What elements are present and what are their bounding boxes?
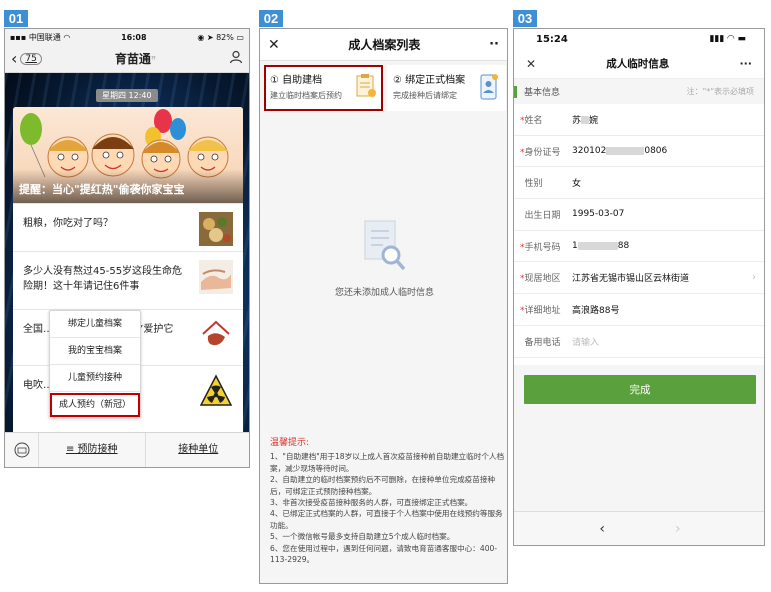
menu-tab-vaccination-sites[interactable]: 接种单位 xyxy=(146,433,250,467)
liver-thumbnail xyxy=(199,318,233,352)
more-icon[interactable]: ··· xyxy=(739,57,752,70)
tip-line: 4、已绑定正式档案的人群，可直接于个人档案中使用在线预约等服务功能。 xyxy=(270,509,503,530)
wechat-chat-screen: ▪▪▪ 中国联通 ◠ 16:08 ◉ ➤ 82% ▭ ‹ 75 育苗通ꟸ 星期四… xyxy=(4,28,250,468)
chevron-right-icon: › xyxy=(752,272,756,284)
step-badge-1: 01 xyxy=(4,10,28,27)
official-account-menu: ≡ 预防接种 接种单位 xyxy=(5,432,250,467)
keyboard-icon xyxy=(14,442,29,458)
step-badge-2: 02 xyxy=(259,10,283,27)
empty-state-text: 您还未添加成人临时信息 xyxy=(334,288,434,298)
battery: ◉ ➤ 82% ▭ xyxy=(197,32,244,42)
section-title: 基本信息 xyxy=(524,88,561,98)
back-button[interactable]: ‹ 75 xyxy=(11,49,42,68)
tip-line: 6、您在使用过程中，遇到任何问题，请致电育苗通客服中心：400-113-2929… xyxy=(270,543,498,565)
section-header: 基本信息 注："*"表示必填项 xyxy=(514,79,764,104)
tips-section: 温馨提示: 1、"自助建档"用于18岁以上成人首次疫苗接种前自助建立临时个人档案… xyxy=(270,438,506,565)
adult-temp-info-screen: 15:24 ▮▮▮ ◠ ▬ ✕ 成人临时信息 ··· 基本信息 注："*"表示必… xyxy=(513,28,765,546)
phone-profile-icon xyxy=(480,74,498,100)
person-icon xyxy=(229,50,243,64)
carrier: ▪▪▪ 中国联通 ◠ xyxy=(10,32,71,42)
field-value: 1 88 xyxy=(572,241,630,252)
profile-button[interactable] xyxy=(229,49,243,68)
field-phone[interactable]: *手机号码 1 88 xyxy=(514,231,764,263)
tip-line: 2、自助建立的临时档案预约后不可删除，在接种单位完成疫苗接种后，可绑定正式预防接… xyxy=(270,475,496,496)
field-value: 苏婉 xyxy=(572,115,599,126)
hands-thumbnail xyxy=(199,260,233,294)
signal-icon: ▪▪▪ xyxy=(10,32,27,42)
field-placeholder: 请输入 xyxy=(572,337,600,348)
field-region[interactable]: *现居地区 江苏省无锡市锡山区云林街道 › xyxy=(514,262,764,295)
banner-title: 提醒：当心"提红热"偷袭你家宝宝 xyxy=(19,183,185,196)
page-title: 成人档案列表 xyxy=(348,38,421,52)
tips-heading: 温馨提示: xyxy=(270,438,310,448)
required-note: 注："*"表示必填项 xyxy=(686,87,754,96)
field-name[interactable]: *姓名 苏婉 xyxy=(514,104,764,136)
banner-image[interactable]: 提醒：当心"提红热"偷袭你家宝宝 xyxy=(13,107,243,203)
ear-icon: ꟸ xyxy=(150,56,157,66)
submit-button[interactable]: 完成 xyxy=(524,375,756,404)
navbar: ✕ 成人临时信息 ··· xyxy=(514,49,764,79)
chevron-left-icon: ‹ xyxy=(11,49,18,68)
chat-navbar: ‹ 75 育苗通ꟸ xyxy=(5,45,249,73)
status-bar: ▪▪▪ 中国联通 ◠ 16:08 ◉ ➤ 82% ▭ xyxy=(5,29,249,45)
article-title: 粗粮，你吃对了吗？ xyxy=(23,218,113,229)
navbar: ✕ 成人档案列表 ·· xyxy=(260,29,507,61)
field-birth-date[interactable]: *出生日期 1995-03-07 xyxy=(514,199,764,231)
article-item[interactable]: 多少人没有熬过45-55岁这段生命危险期！这十年请记住6件事 xyxy=(13,251,243,309)
step-badge-3: 03 xyxy=(513,10,537,27)
menu-item-adult-appointment[interactable]: 成人预约（新冠） xyxy=(50,393,140,417)
close-icon[interactable]: ✕ xyxy=(526,57,536,71)
wifi-icon: ◠ xyxy=(63,32,71,42)
article-item[interactable]: 粗粮，你吃对了吗？ xyxy=(13,203,243,251)
clipboard-icon xyxy=(356,74,376,97)
back-icon[interactable]: ‹ xyxy=(599,521,605,537)
service-menu-popup: 绑定儿童档案 我的宝宝档案 儿童预约接种 成人预约（新冠） xyxy=(49,310,141,418)
more-icon[interactable]: ·· xyxy=(489,37,499,52)
field-backup-phone[interactable]: *备用电话 请输入 xyxy=(514,326,764,358)
forward-icon[interactable]: › xyxy=(675,521,681,537)
field-value: 1995-03-07 xyxy=(572,209,625,220)
tip-line: 3、非首次接受疫苗接种服务的人群，可直接绑定正式档案。 xyxy=(270,498,473,508)
close-icon[interactable]: ✕ xyxy=(268,37,280,53)
clock: 16:08 xyxy=(121,32,147,42)
article-title: 多少人没有熬过45-55岁这段生命危险期！这十年请记住6件事 xyxy=(23,266,183,292)
field-address[interactable]: *详细地址 高浪路88号 xyxy=(514,294,764,326)
field-value: 高浪路88号 xyxy=(572,305,620,316)
radiation-icon xyxy=(199,374,233,406)
clock: 15:24 xyxy=(536,33,568,45)
page-title: 育苗通ꟸ xyxy=(114,52,157,66)
menu-item-my-baby-record[interactable]: 我的宝宝档案 xyxy=(50,338,140,365)
field-value: 320102 0806 xyxy=(572,146,668,157)
tab-bind-formal-record[interactable]: ② 绑定正式档案 完成接种后请绑定 xyxy=(387,65,506,111)
menu-item-bind-child-record[interactable]: 绑定儿童档案 xyxy=(50,311,140,338)
keyboard-toggle[interactable] xyxy=(5,433,39,467)
adult-record-list-screen: ✕ 成人档案列表 ·· ① 自助建档 建立临时档案后预约 ② 绑定正式档案 完成… xyxy=(259,28,508,584)
browser-toolbar: ‹ › xyxy=(514,511,764,545)
field-gender[interactable]: *性别 女 xyxy=(514,167,764,200)
unread-count: 75 xyxy=(20,52,42,65)
status-bar: 15:24 ▮▮▮ ◠ ▬ xyxy=(514,29,764,49)
field-value: 江苏省无锡市锡山区云林街道 xyxy=(572,274,690,285)
grains-thumbnail xyxy=(199,212,233,246)
field-value: 女 xyxy=(572,179,582,190)
empty-document-icon xyxy=(364,220,406,271)
page-title: 成人临时信息 xyxy=(606,58,670,70)
tip-line: 1、"自助建档"用于18岁以上成人首次疫苗接种前自助建立临时个人档案，减少现场等… xyxy=(270,452,505,473)
message-timestamp: 星期四 12:40 xyxy=(96,89,158,102)
field-id-number[interactable]: *身份证号 320102 0806 xyxy=(514,136,764,168)
tip-line: 5、一个微信帐号最多支持自助建立5个成人临时档案。 xyxy=(270,532,455,542)
menu-item-child-appointment[interactable]: 儿童预约接种 xyxy=(50,365,140,392)
tab-self-service-record[interactable]: ① 自助建档 建立临时档案后预约 xyxy=(264,65,383,111)
status-icons: ▮▮▮ ◠ ▬ xyxy=(709,34,746,44)
record-type-tabs: ① 自助建档 建立临时档案后预约 ② 绑定正式档案 完成接种后请绑定 xyxy=(264,65,506,111)
menu-tab-vaccination[interactable]: ≡ 预防接种 xyxy=(39,433,146,467)
